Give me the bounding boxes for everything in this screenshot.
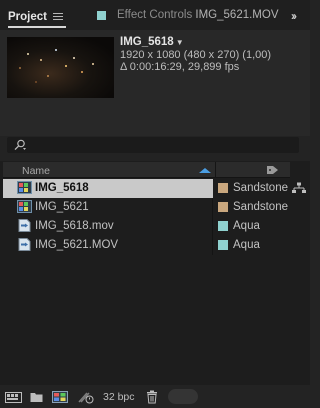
list-item[interactable]: IMG_5618.mov Aqua [3, 217, 290, 236]
project-toolbar: 32 bpc [0, 386, 310, 408]
list-item[interactable]: IMG_5621 Sandstone [3, 198, 290, 217]
item-label: Sandstone [233, 182, 288, 194]
label-color-swatch[interactable] [218, 183, 228, 193]
bit-depth-button[interactable]: 32 bpc [103, 391, 135, 403]
chevron-down-icon: ▼ [175, 38, 184, 47]
label-color-swatch[interactable] [218, 202, 228, 212]
composition-icon [17, 200, 32, 213]
label-tag-icon[interactable] [267, 165, 279, 175]
panel-tab-bar: Project Effect Controls IMG_5621.MOV ›› [0, 0, 310, 30]
item-label: Sandstone [233, 201, 288, 213]
tab-effect-controls[interactable]: Effect Controls IMG_5621.MOV [97, 9, 279, 21]
project-settings-icon[interactable] [78, 390, 94, 404]
item-name: IMG_5621.MOV [35, 239, 119, 251]
tab-project[interactable]: Project [8, 6, 47, 28]
new-composition-icon[interactable] [52, 390, 68, 404]
interpret-footage-icon[interactable] [5, 390, 22, 404]
preview-area: IMG_5618 ▼ 1920 x 1080 (480 x 270) (1,00)… [0, 30, 310, 136]
label-color-swatch[interactable] [218, 221, 228, 231]
column-divider [212, 198, 213, 217]
trash-icon[interactable] [146, 390, 158, 404]
composition-icon [17, 181, 32, 194]
footage-icon [18, 238, 31, 251]
thumbnail-image [7, 37, 114, 98]
search-icon [14, 139, 26, 151]
item-name: IMG_5618.mov [35, 220, 114, 232]
label-color-swatch[interactable] [218, 240, 228, 250]
item-label: Aqua [233, 220, 260, 232]
footage-icon [18, 219, 31, 232]
list-item[interactable]: IMG_5618 Sandstone [3, 179, 290, 198]
duration-text: Δ 0:00:16:29, 29,899 fps [120, 61, 240, 73]
column-divider [212, 236, 213, 255]
active-tab-indicator [8, 26, 66, 28]
sort-ascending-icon[interactable] [199, 168, 211, 173]
search-input[interactable] [7, 137, 299, 153]
flowchart-icon[interactable] [292, 182, 306, 194]
menu-icon[interactable] [53, 13, 63, 21]
column-divider[interactable] [215, 162, 216, 178]
thumbnail-size-slider[interactable] [168, 389, 198, 404]
label-color-swatch [97, 10, 106, 20]
preview-title[interactable]: IMG_5618 ▼ [120, 36, 271, 49]
footage-info: IMG_5618 ▼ 1920 x 1080 (480 x 270) (1,00)… [120, 36, 271, 73]
folder-icon[interactable] [30, 390, 43, 404]
column-header-name[interactable]: Name [22, 165, 50, 177]
tab-effect-controls-label: Effect Controls IMG_5621.MOV [117, 9, 279, 21]
item-name: IMG_5618 [35, 182, 89, 194]
item-label: Aqua [233, 239, 260, 251]
project-items-list: Name IMG_5618 Sandstone IMG_5621 Sandsto… [0, 161, 310, 385]
expand-panels-icon[interactable]: ›› [291, 9, 297, 23]
column-divider [212, 217, 213, 236]
project-panel: Project Effect Controls IMG_5621.MOV ›› … [0, 0, 310, 408]
list-item[interactable]: IMG_5621.MOV Aqua [3, 236, 290, 255]
list-header: Name [3, 162, 290, 178]
resolution-text: 1920 x 1080 (480 x 270) (1,00) [120, 49, 272, 61]
tab-project-label: Project [8, 11, 47, 23]
item-name: IMG_5621 [35, 201, 89, 213]
